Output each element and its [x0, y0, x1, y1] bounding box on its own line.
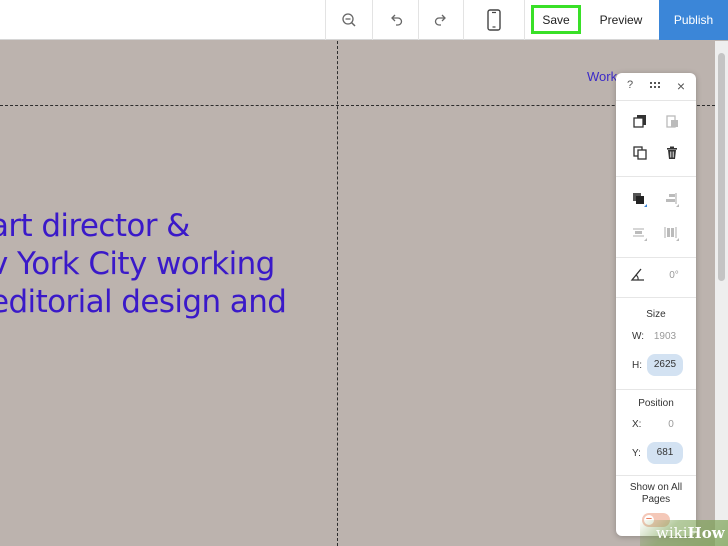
- y-label: Y:: [632, 448, 641, 459]
- align-button: [664, 192, 680, 208]
- toolbar-separator: [524, 0, 525, 40]
- mobile-view-icon: [487, 9, 501, 31]
- drag-handle-icon: [650, 82, 660, 88]
- panel-divider: [616, 176, 696, 177]
- redo-icon: [434, 14, 446, 26]
- copy-icon: [633, 115, 646, 128]
- editor-canvas[interactable]: Work art director & v York City working …: [0, 41, 715, 546]
- hero-text-line: v York City working: [0, 246, 275, 282]
- mobile-view-button[interactable]: [474, 0, 514, 40]
- rotation-value[interactable]: 0°: [662, 270, 686, 281]
- trash-icon: [667, 146, 677, 159]
- height-field[interactable]: 2625: [647, 354, 683, 376]
- duplicate-icon: [633, 146, 647, 160]
- toolbar-separator: [418, 0, 419, 40]
- nav-link-work[interactable]: Work: [587, 69, 617, 84]
- zoom-out-button[interactable]: [329, 0, 369, 40]
- panel-header: ? ×: [616, 73, 696, 101]
- x-label: X:: [632, 419, 642, 430]
- close-button[interactable]: ×: [673, 78, 689, 94]
- distribute-icon: [633, 228, 647, 241]
- duplicate-button[interactable]: [632, 145, 648, 161]
- redo-button[interactable]: [421, 0, 461, 40]
- toolbar-separator: [463, 0, 464, 40]
- size-label: Size: [646, 309, 666, 320]
- vertical-scrollbar[interactable]: [715, 41, 728, 546]
- help-button[interactable]: ?: [622, 79, 638, 91]
- height-label: H:: [632, 360, 642, 371]
- wikihow-watermark: wikiHow: [640, 520, 728, 546]
- copy-button[interactable]: [632, 113, 648, 129]
- drag-handle[interactable]: [648, 80, 664, 93]
- save-button[interactable]: Save: [531, 5, 581, 34]
- match-size-button: [664, 226, 680, 242]
- paste-button: [664, 113, 680, 129]
- preview-button[interactable]: Preview: [590, 0, 652, 40]
- inspector-panel: ? × 0° Size W: 1903 H: 2625 Position X: …: [616, 73, 696, 536]
- rotate-icon-wrap: [630, 267, 646, 283]
- undo-button[interactable]: [376, 0, 416, 40]
- arrange-icon: [633, 193, 647, 207]
- position-label: Position: [638, 398, 674, 409]
- width-label: W:: [632, 331, 645, 342]
- hero-text-block[interactable]: art director & v York City working edito…: [0, 207, 320, 321]
- panel-divider: [616, 257, 696, 258]
- vertical-guide-line: [337, 41, 338, 546]
- match-size-icon: [664, 227, 679, 241]
- publish-button[interactable]: Publish: [659, 0, 728, 40]
- horizontal-guide-line: [0, 105, 715, 106]
- delete-button[interactable]: [664, 145, 680, 161]
- panel-divider: [616, 389, 696, 390]
- hero-text-line: editorial design and: [0, 284, 287, 320]
- watermark-text-wiki: wiki: [656, 524, 688, 542]
- align-right-icon: [666, 193, 679, 207]
- distribute-button: [632, 226, 648, 242]
- width-field[interactable]: 1903: [647, 331, 683, 342]
- toolbar-separator: [372, 0, 373, 40]
- editor-toolbar: Save Preview Publish: [0, 0, 728, 40]
- panel-divider: [616, 475, 696, 476]
- undo-icon: [391, 14, 403, 26]
- hero-text-line: art director &: [0, 208, 190, 244]
- paste-icon: [666, 115, 678, 128]
- toolbar-separator: [325, 0, 326, 40]
- x-field[interactable]: 0: [653, 419, 689, 430]
- zoom-out-icon: [342, 13, 356, 27]
- rotate-angle-icon: [630, 268, 644, 281]
- arrange-button[interactable]: [632, 192, 648, 208]
- watermark-text-how: How: [687, 524, 725, 542]
- y-field[interactable]: 681: [647, 442, 683, 464]
- watermark-logo-text: wikiHow: [656, 524, 725, 542]
- panel-divider: [616, 297, 696, 298]
- show-on-all-pages-label: Show on All Pages: [629, 482, 683, 505]
- scrollbar-thumb[interactable]: [718, 53, 725, 281]
